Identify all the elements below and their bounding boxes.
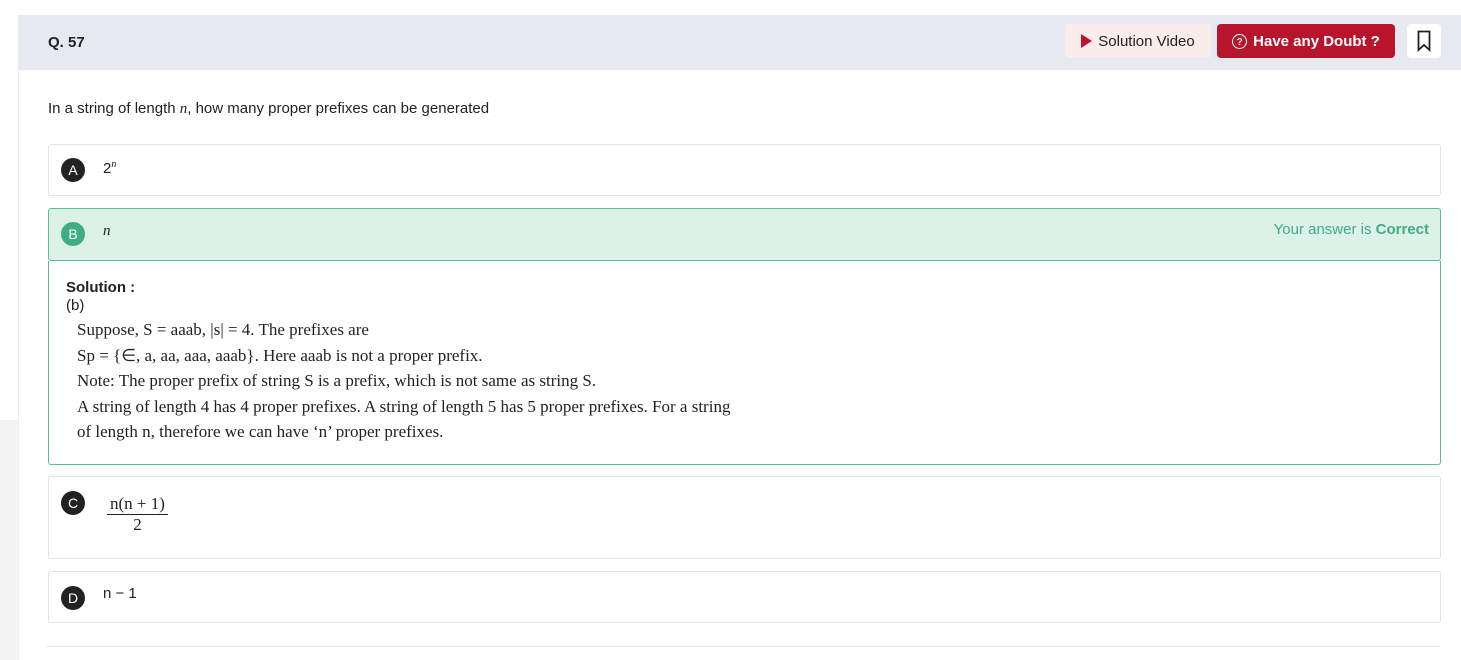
bookmark-icon (1417, 30, 1431, 52)
option-d-badge: D (61, 586, 85, 610)
option-b-text: n (103, 222, 111, 240)
option-d-text: n − 1 (103, 585, 137, 602)
question-header: Q. 57 Solution Video ? Have any Doubt ? (19, 15, 1461, 70)
solution-line: Sp = {∈, a, aa, aaa, aaab}. Here aaab is… (77, 345, 483, 365)
solution-line: of length n, therefore we can have ‘n’ p… (77, 422, 444, 441)
answer-status-prefix: Your answer is (1273, 221, 1376, 238)
solution-title: Solution : (66, 279, 136, 296)
option-a-text: 2n (103, 159, 116, 177)
answer-status: Your answer is Correct (1274, 221, 1429, 238)
have-doubt-label: Have any Doubt ? (1253, 32, 1380, 50)
play-icon (1081, 34, 1093, 48)
question-bubble-icon: ? (1232, 33, 1248, 49)
option-d[interactable]: D n − 1 (48, 571, 1441, 623)
solution-answer: (b) (66, 297, 85, 314)
fraction-numerator: n(n + 1) (107, 494, 168, 515)
solution-line: Note: The proper prefix of string S is a… (77, 371, 597, 390)
bottom-divider (47, 646, 1440, 647)
solution-line: Suppose, S = aaab, |s| = 4. The prefixes… (77, 320, 369, 339)
solution-body: Suppose, S = aaab, |s| = 4. The prefixes… (77, 317, 730, 445)
solution-line: A string of length 4 has 4 proper prefix… (77, 396, 731, 416)
option-c[interactable]: C n(n + 1) 2 (48, 476, 1441, 559)
solution-box: Solution : (b) Suppose, S = aaab, |s| = … (48, 261, 1441, 465)
question-text-start: In a string of length (48, 100, 180, 117)
option-c-fraction: n(n + 1) 2 (107, 494, 168, 535)
option-a-exponent: n (111, 159, 117, 170)
answer-status-value: Correct (1375, 221, 1429, 238)
bookmark-button[interactable] (1407, 24, 1441, 58)
option-a-badge: A (61, 158, 85, 182)
option-b-badge: B (61, 222, 85, 246)
question-panel: Q. 57 Solution Video ? Have any Doubt ? … (18, 15, 1461, 660)
solution-video-label: Solution Video (1098, 32, 1195, 50)
option-a[interactable]: A 2n (48, 144, 1441, 196)
option-b[interactable]: B n Your answer is Correct (48, 208, 1441, 261)
question-number: Q. 57 (48, 34, 85, 51)
solution-video-button[interactable]: Solution Video (1065, 24, 1211, 58)
left-gutter-shade (0, 420, 18, 660)
question-text: In a string of length n, how many proper… (48, 100, 489, 118)
option-c-badge: C (61, 491, 85, 515)
have-doubt-button[interactable]: ? Have any Doubt ? (1217, 24, 1395, 58)
option-b-value: n (103, 223, 111, 239)
question-text-end: , how many proper prefixes can be genera… (187, 100, 490, 117)
fraction-denominator: 2 (133, 515, 142, 534)
